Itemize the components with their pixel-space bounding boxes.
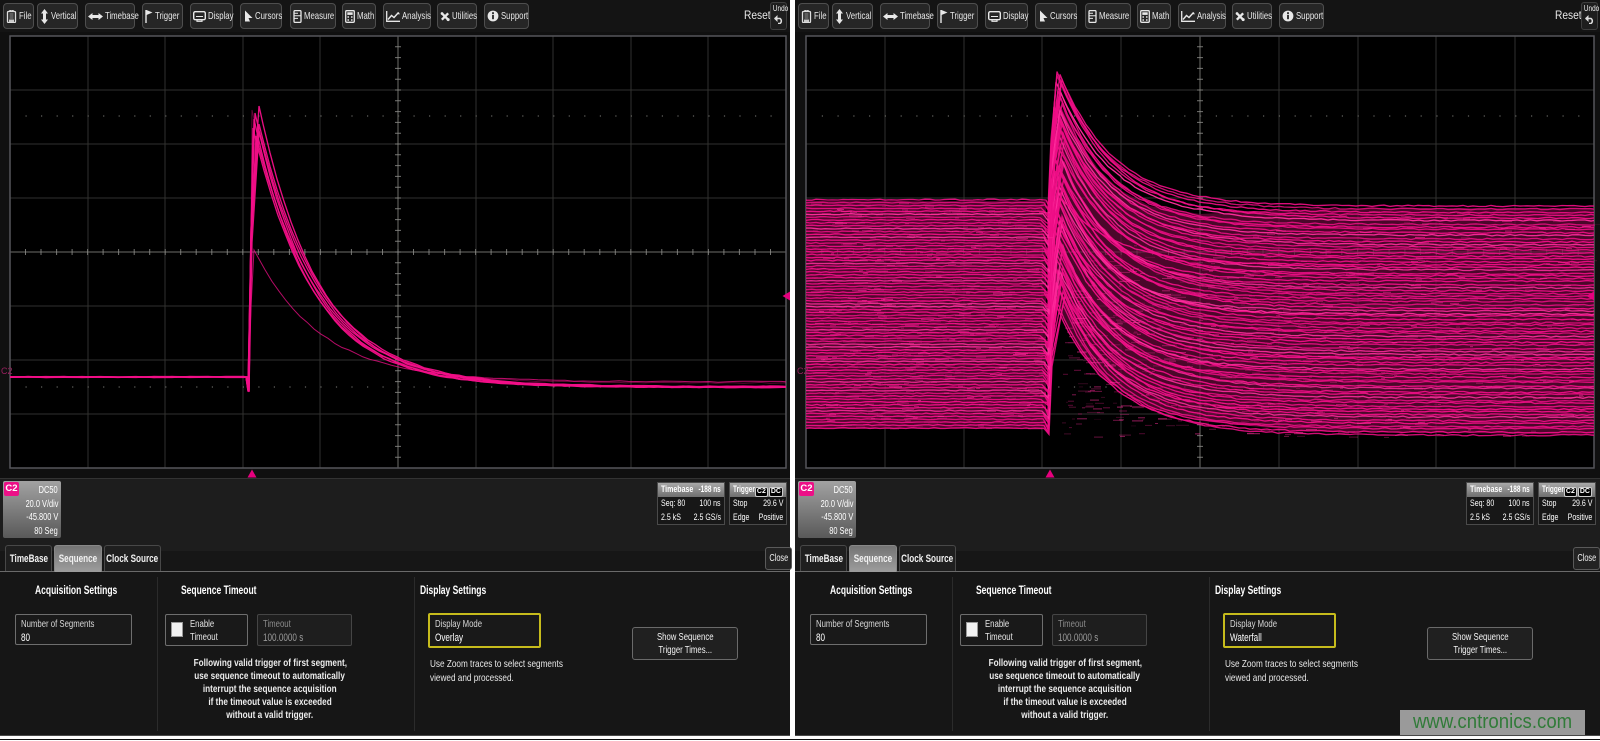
svg-text:C2: C2	[1, 366, 13, 376]
svg-text:C2: C2	[797, 366, 809, 376]
